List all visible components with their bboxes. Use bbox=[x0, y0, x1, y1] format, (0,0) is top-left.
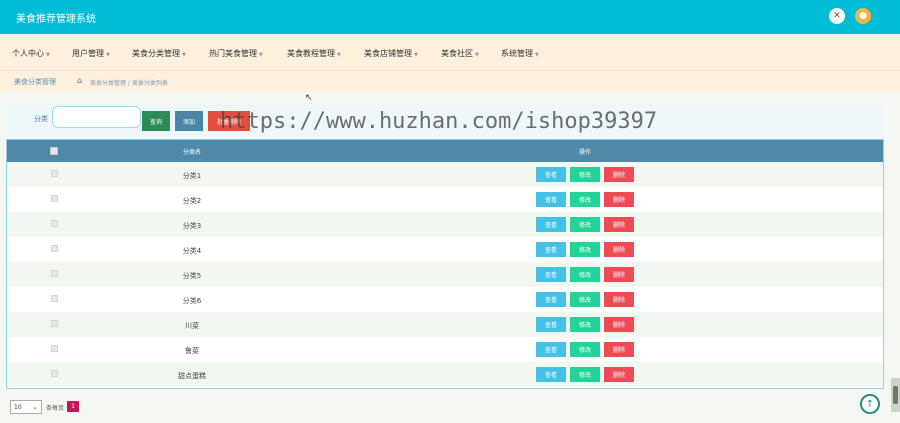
nav-item-personal-center[interactable]: 个人中心 ▼ bbox=[12, 48, 50, 59]
category-name: 鲁菜 bbox=[185, 347, 199, 355]
column-header-ops: 操作 bbox=[578, 149, 591, 156]
edit-button[interactable]: 修改 bbox=[570, 192, 600, 207]
table-row: 分类2 查看 修改 删除 bbox=[7, 187, 883, 212]
delete-button[interactable]: 删除 bbox=[604, 242, 634, 257]
main-nav: 个人中心 ▼ 用户管理 ▼ 美食分类管理 ▼ 热门美食管理 ▼ 美食教程管理 ▼ 美食店铺… bbox=[0, 34, 900, 70]
view-button[interactable]: 查看 bbox=[536, 192, 566, 207]
category-name: 分类6 bbox=[182, 297, 202, 305]
row-checkbox[interactable] bbox=[51, 270, 58, 277]
scrollbar-thumb[interactable] bbox=[893, 386, 898, 404]
row-checkbox[interactable] bbox=[51, 170, 58, 177]
table-row: 分类4 查看 修改 删除 bbox=[7, 237, 883, 262]
nav-item-system-management[interactable]: 系统管理 ▼ bbox=[501, 48, 539, 59]
view-button[interactable]: 查看 bbox=[536, 367, 566, 382]
app-title: 美食推荐管理系统 bbox=[16, 14, 96, 25]
category-name: 甜点蛋糕 bbox=[178, 372, 206, 380]
chevron-down-icon: ▼ bbox=[106, 52, 110, 58]
search-label: 分类 bbox=[34, 115, 48, 123]
category-name: 川菜 bbox=[185, 322, 199, 330]
nav-item-hot-food-management[interactable]: 热门美食管理 ▼ bbox=[209, 48, 263, 59]
table-row: 川菜 查看 修改 删除 bbox=[7, 312, 883, 337]
chevron-down-icon: ▼ bbox=[46, 52, 50, 58]
delete-button[interactable]: 删除 bbox=[604, 367, 634, 382]
category-search-input[interactable] bbox=[52, 106, 141, 128]
chevron-down-icon: ▼ bbox=[182, 52, 186, 58]
category-name: 分类1 bbox=[182, 172, 202, 180]
table-row: 分类3 查看 修改 删除 bbox=[7, 212, 883, 237]
category-table: 分类名 操作 分类1 查看 修改 删除 分类2 查看 修改 删除 分类3 查看 修改 删除 分类4 查看修… bbox=[6, 139, 884, 389]
edit-button[interactable]: 修改 bbox=[570, 367, 600, 382]
delete-button[interactable]: 删除 bbox=[604, 267, 634, 282]
edit-button[interactable]: 修改 bbox=[570, 267, 600, 282]
edit-button[interactable]: 修改 bbox=[570, 317, 600, 332]
nav-item-food-shop-management[interactable]: 美食店铺管理 ▼ bbox=[364, 48, 418, 59]
category-name: 分类2 bbox=[182, 197, 202, 205]
row-checkbox[interactable] bbox=[51, 370, 58, 377]
edit-button[interactable]: 修改 bbox=[570, 342, 600, 357]
row-checkbox[interactable] bbox=[51, 220, 58, 227]
nav-item-food-community[interactable]: 美食社区 ▼ bbox=[441, 48, 479, 59]
page-number-button[interactable]: 1 bbox=[67, 401, 79, 412]
nav-item-user-management[interactable]: 用户管理 ▼ bbox=[72, 48, 110, 59]
watermark: https://www.huzhan.com/ishop39397 bbox=[220, 109, 658, 134]
delete-button[interactable]: 删除 bbox=[604, 192, 634, 207]
query-button[interactable]: 查询 bbox=[142, 111, 170, 131]
row-checkbox[interactable] bbox=[51, 295, 58, 302]
chevron-down-icon: ▼ bbox=[414, 52, 418, 58]
view-button[interactable]: 查看 bbox=[536, 292, 566, 307]
chevron-down-icon: ⌄ bbox=[32, 403, 38, 411]
mouse-pointer-icon: ↖ bbox=[305, 93, 313, 103]
table-row: 分类5 查看 修改 删除 bbox=[7, 262, 883, 287]
top-bar: 美食推荐管理系统 ✕ ● bbox=[0, 0, 900, 34]
chevron-down-icon: ▼ bbox=[475, 52, 479, 58]
user-avatar-icon[interactable]: ● bbox=[855, 8, 871, 24]
pagination: 10 ⌄ 条每页 1 bbox=[0, 392, 900, 423]
page-size-select[interactable]: 10 ⌄ bbox=[10, 400, 42, 414]
view-button[interactable]: 查看 bbox=[536, 167, 566, 182]
view-button[interactable]: 查看 bbox=[536, 317, 566, 332]
delete-button[interactable]: 删除 bbox=[604, 217, 634, 232]
table-row: 分类6 查看 修改 删除 bbox=[7, 287, 883, 312]
chevron-down-icon: ▼ bbox=[535, 52, 539, 58]
chevron-down-icon: ▼ bbox=[337, 52, 341, 58]
table-row: 甜点蛋糕 查看 修改 删除 bbox=[7, 362, 883, 387]
home-icon[interactable]: ⌂ bbox=[77, 76, 82, 85]
category-name: 分类5 bbox=[182, 272, 202, 280]
edit-button[interactable]: 修改 bbox=[570, 242, 600, 257]
view-button[interactable]: 查看 bbox=[536, 267, 566, 282]
scrollbar[interactable] bbox=[891, 378, 900, 412]
select-all-checkbox[interactable] bbox=[50, 147, 58, 155]
breadcrumb-title: 美食分类管理 bbox=[14, 78, 56, 86]
breadcrumb: 美食分类管理 / 美食分类列表 bbox=[90, 80, 168, 87]
per-page-label: 条每页 bbox=[46, 405, 65, 412]
row-checkbox[interactable] bbox=[51, 345, 58, 352]
breadcrumb-bar: 美食分类管理 ⌂ 美食分类管理 / 美食分类列表 bbox=[0, 70, 900, 92]
edit-button[interactable]: 修改 bbox=[570, 217, 600, 232]
back-to-top-icon[interactable]: ↑ bbox=[860, 394, 880, 414]
close-circle-icon[interactable]: ✕ bbox=[829, 8, 845, 24]
delete-button[interactable]: 删除 bbox=[604, 342, 634, 357]
view-button[interactable]: 查看 bbox=[536, 242, 566, 257]
delete-button[interactable]: 删除 bbox=[604, 167, 634, 182]
category-name: 分类3 bbox=[182, 222, 202, 230]
row-checkbox[interactable] bbox=[51, 320, 58, 327]
edit-button[interactable]: 修改 bbox=[570, 292, 600, 307]
table-header: 分类名 操作 bbox=[7, 140, 883, 162]
row-checkbox[interactable] bbox=[51, 245, 58, 252]
nav-item-food-tutorial-management[interactable]: 美食教程管理 ▼ bbox=[287, 48, 341, 59]
view-button[interactable]: 查看 bbox=[536, 342, 566, 357]
category-name: 分类4 bbox=[182, 247, 202, 255]
add-button[interactable]: 添加 bbox=[175, 111, 203, 131]
edit-button[interactable]: 修改 bbox=[570, 167, 600, 182]
chevron-down-icon: ▼ bbox=[259, 52, 263, 58]
table-row: 分类1 查看 修改 删除 bbox=[7, 162, 883, 187]
view-button[interactable]: 查看 bbox=[536, 217, 566, 232]
table-row: 鲁菜 查看 修改 删除 bbox=[7, 337, 883, 362]
row-checkbox[interactable] bbox=[51, 195, 58, 202]
delete-button[interactable]: 删除 bbox=[604, 317, 634, 332]
column-header-name: 分类名 bbox=[182, 149, 201, 156]
nav-item-food-category-management[interactable]: 美食分类管理 ▼ bbox=[132, 48, 186, 59]
delete-button[interactable]: 删除 bbox=[604, 292, 634, 307]
